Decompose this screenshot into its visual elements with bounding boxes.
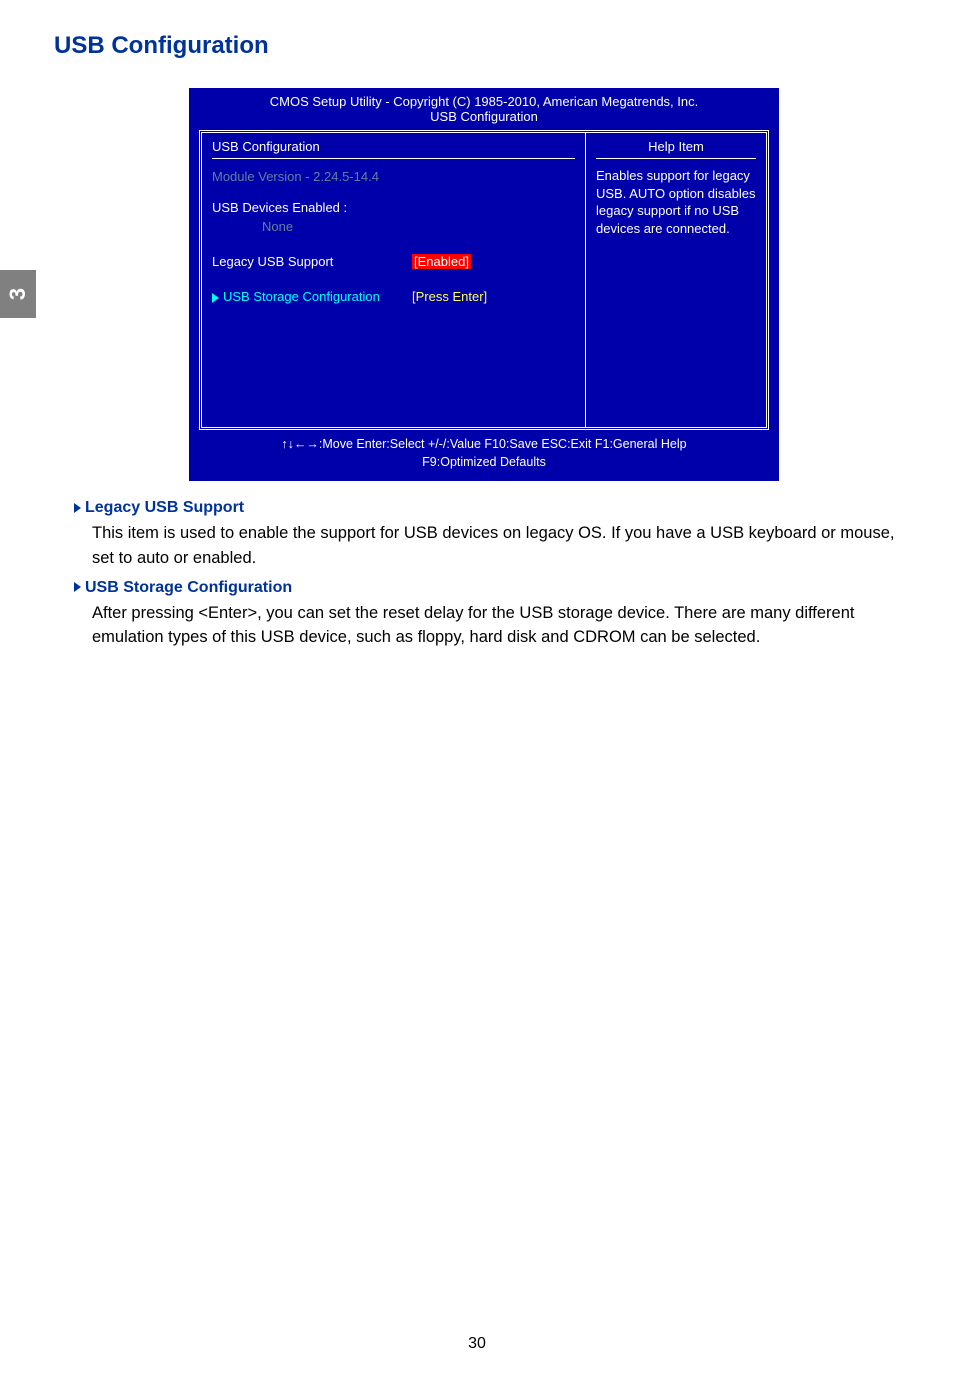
help-text: Enables support for legacy USB. AUTO opt… bbox=[596, 167, 756, 237]
bios-left-header: USB Configuration bbox=[212, 139, 575, 159]
bios-help-pane: Help Item Enables support for legacy USB… bbox=[586, 133, 766, 427]
triangle-icon bbox=[212, 293, 219, 303]
legacy-usb-row[interactable]: Legacy USB Support [Enabled] bbox=[212, 254, 575, 269]
description-block: Legacy USB Support This item is used to … bbox=[74, 499, 914, 650]
bios-left-pane: USB Configuration Module Version - 2.24.… bbox=[202, 133, 586, 427]
help-title: Help Item bbox=[596, 139, 756, 159]
chapter-number: 3 bbox=[5, 288, 31, 300]
bios-panel: USB Configuration Module Version - 2.24.… bbox=[199, 130, 769, 430]
usb-storage-description: After pressing <Enter>, you can set the … bbox=[92, 601, 914, 651]
usb-storage-label: USB Storage Configuration bbox=[223, 289, 380, 304]
legacy-usb-value: [Enabled] bbox=[412, 254, 471, 269]
bios-screenshot: CMOS Setup Utility - Copyright (C) 1985-… bbox=[189, 88, 779, 481]
page-title: USB Configuration bbox=[54, 32, 914, 60]
bios-footer-line1: ↑↓←→:Move Enter:Select +/-/:Value F10:Sa… bbox=[199, 436, 769, 454]
bios-footer-line2: F9:Optimized Defaults bbox=[199, 454, 769, 472]
triangle-icon bbox=[74, 582, 81, 592]
usb-devices-value: None bbox=[262, 219, 575, 234]
bios-footer: ↑↓←→:Move Enter:Select +/-/:Value F10:Sa… bbox=[199, 436, 769, 471]
usb-storage-heading: USB Storage Configuration bbox=[74, 579, 914, 597]
bios-header-line1: CMOS Setup Utility - Copyright (C) 1985-… bbox=[199, 94, 769, 109]
chapter-tab: 3 bbox=[0, 270, 36, 318]
legacy-usb-description: This item is used to enable the support … bbox=[92, 521, 914, 571]
usb-storage-value: [Press Enter] bbox=[412, 289, 575, 304]
usb-devices-label: USB Devices Enabled : bbox=[212, 200, 575, 215]
bios-header-line2: USB Configuration bbox=[199, 109, 769, 124]
legacy-usb-label: Legacy USB Support bbox=[212, 254, 412, 269]
page-content: USB Configuration CMOS Setup Utility - C… bbox=[54, 32, 914, 658]
triangle-icon bbox=[74, 503, 81, 513]
legacy-usb-heading: Legacy USB Support bbox=[74, 499, 914, 517]
page-number: 30 bbox=[0, 1335, 954, 1353]
usb-storage-config-row[interactable]: USB Storage Configuration [Press Enter] bbox=[212, 289, 575, 304]
module-version: Module Version - 2.24.5-14.4 bbox=[212, 169, 575, 184]
